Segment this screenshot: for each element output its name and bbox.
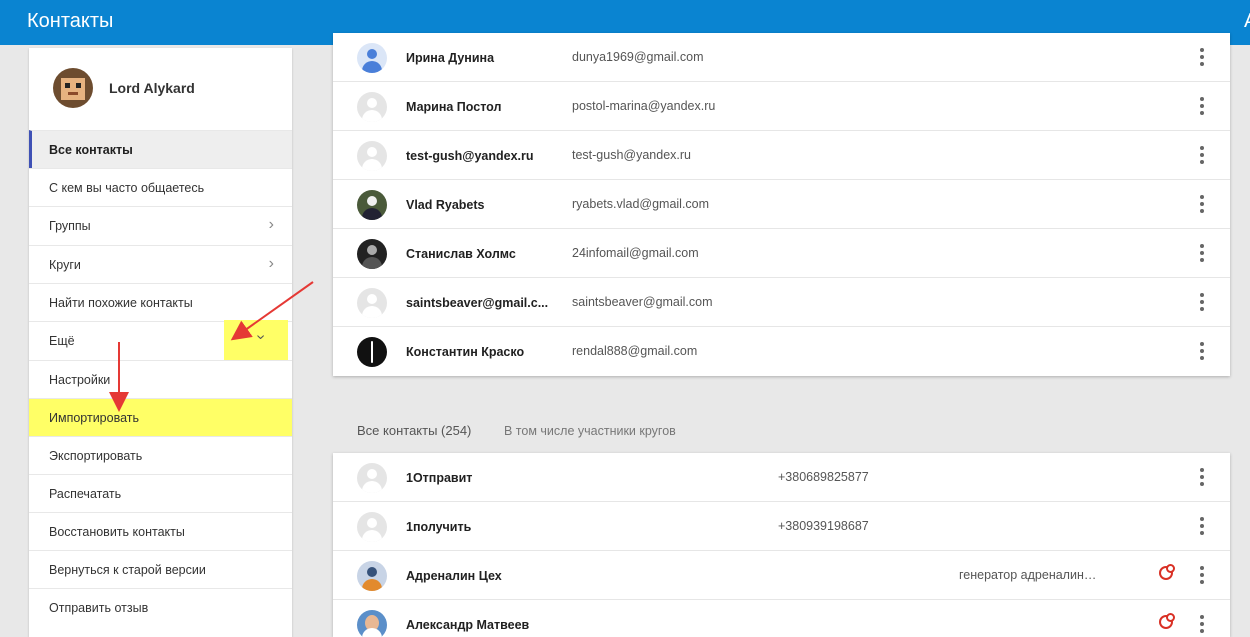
more-vert-icon[interactable] — [1195, 341, 1209, 361]
sidebar-item-old-version[interactable]: Вернуться к старой версии — [29, 550, 292, 588]
sidebar-item-label: Отправить отзыв — [49, 601, 149, 615]
list-item[interactable]: 1Отправит +380689825877 — [333, 453, 1230, 502]
sidebar-item-label: Распечатать — [49, 487, 122, 501]
sidebar-item-frequent[interactable]: С кем вы часто общаетесь — [29, 168, 292, 206]
sidebar-item-label: Экспортировать — [49, 449, 143, 463]
sidebar-item-groups[interactable]: Группы › — [29, 206, 292, 244]
sidebar-item-label: Все контакты — [49, 143, 133, 157]
header-edge-text: А — [1244, 10, 1250, 33]
list-item[interactable]: Александр Матвеев — [333, 600, 1230, 637]
more-vert-icon[interactable] — [1195, 467, 1209, 487]
chevron-right-icon[interactable]: › — [269, 216, 274, 234]
contact-email: dunya1969@gmail.com — [572, 50, 704, 64]
sidebar-item-print[interactable]: Распечатать — [29, 474, 292, 512]
contact-phone: +380689825877 — [778, 470, 869, 484]
all-contacts-header: Все контакты (254) — [357, 423, 472, 438]
sidebar-item-label: Импортировать — [49, 411, 140, 425]
avatar — [357, 92, 387, 122]
circles-icon[interactable] — [1159, 613, 1175, 629]
contact-email: test-gush@yandex.ru — [572, 148, 692, 162]
sidebar-item-label: Найти похожие контакты — [49, 296, 193, 310]
contact-name: 1получить — [406, 520, 472, 534]
contact-name: Александр Матвеев — [406, 618, 530, 632]
contact-group: генератор адреналин… — [959, 568, 1097, 582]
sidebar-item-export[interactable]: Экспортировать — [29, 436, 292, 474]
list-item[interactable]: 1получить +380939198687 — [333, 502, 1230, 551]
sidebar-item-restore[interactable]: Восстановить контакты — [29, 512, 292, 550]
avatar[interactable] — [53, 68, 93, 108]
contact-email: postol-marina@yandex.ru — [572, 99, 716, 113]
contact-name: test-gush@yandex.ru — [406, 149, 534, 163]
more-vert-icon[interactable] — [1195, 194, 1209, 214]
more-vert-icon[interactable] — [1195, 516, 1209, 536]
contact-email: 24infomail@gmail.com — [572, 246, 699, 260]
contact-email: saintsbeaver@gmail.com — [572, 295, 713, 309]
avatar — [357, 463, 387, 493]
contact-name: Адреналин Цех — [406, 569, 502, 583]
avatar — [357, 43, 387, 73]
sidebar-item-label: Настройки — [49, 373, 111, 387]
list-item[interactable]: test-gush@yandex.ru test-gush@yandex.ru — [333, 131, 1230, 180]
sidebar-item-settings[interactable]: Настройки — [29, 360, 292, 398]
more-vert-icon[interactable] — [1195, 96, 1209, 116]
chevron-right-icon[interactable]: › — [269, 255, 274, 273]
list-item[interactable]: Ирина Дунина dunya1969@gmail.com — [333, 33, 1230, 82]
more-vert-icon[interactable] — [1195, 145, 1209, 165]
contact-email: rendal888@gmail.com — [572, 344, 698, 358]
list-item[interactable]: saintsbeaver@gmail.c... saintsbeaver@gma… — [333, 278, 1230, 327]
list-item[interactable]: Vlad Ryabets ryabets.vlad@gmail.com — [333, 180, 1230, 229]
contact-name: 1Отправит — [406, 471, 473, 485]
sidebar-item-label: С кем вы часто общаетесь — [49, 181, 205, 195]
list-item[interactable]: Станислав Холмс 24infomail@gmail.com — [333, 229, 1230, 278]
avatar — [357, 288, 387, 318]
contact-name: Vlad Ryabets — [406, 198, 485, 212]
contact-name: Марина Постол — [406, 100, 502, 114]
sidebar-item-label: Ещё — [49, 334, 75, 348]
avatar — [357, 337, 387, 367]
more-vert-icon[interactable] — [1195, 614, 1209, 634]
avatar — [357, 141, 387, 171]
list-item[interactable]: Адреналин Цех генератор адреналин… — [333, 551, 1230, 600]
avatar — [357, 190, 387, 220]
avatar — [357, 610, 387, 637]
more-chevron-highlight[interactable]: › — [224, 320, 288, 360]
sidebar-item-import[interactable]: Импортировать — [29, 398, 292, 436]
all-contacts-subheader: В том числе участники кругов — [504, 424, 676, 438]
sidebar-item-label: Восстановить контакты — [49, 525, 185, 539]
sidebar-item-all-contacts[interactable]: Все контакты — [29, 130, 292, 168]
user-name: Lord Alykard — [109, 80, 195, 96]
sidebar-item-label: Группы — [49, 219, 91, 233]
more-vert-icon[interactable] — [1195, 565, 1209, 585]
circles-icon[interactable] — [1159, 564, 1175, 580]
more-vert-icon[interactable] — [1195, 47, 1209, 67]
sidebar-item-label: Круги — [49, 258, 81, 272]
app-title: Контакты — [27, 10, 114, 32]
list-item[interactable]: Марина Постол postol-marina@yandex.ru — [333, 82, 1230, 131]
sidebar-item-circles[interactable]: Круги › — [29, 245, 292, 283]
sidebar-item-label: Вернуться к старой версии — [49, 563, 206, 577]
sidebar-item-feedback[interactable]: Отправить отзыв — [29, 588, 292, 626]
avatar — [357, 512, 387, 542]
contact-name: Станислав Холмс — [406, 247, 516, 261]
avatar — [357, 239, 387, 269]
contact-name: Константин Краско — [406, 345, 525, 359]
contact-name: saintsbeaver@gmail.c... — [406, 296, 549, 310]
contact-name: Ирина Дунина — [406, 51, 495, 65]
more-vert-icon[interactable] — [1195, 243, 1209, 263]
avatar — [357, 561, 387, 591]
contact-phone: +380939198687 — [778, 519, 869, 533]
list-item[interactable]: Константин Краско rendal888@gmail.com — [333, 327, 1230, 376]
chevron-down-icon[interactable]: › — [252, 334, 270, 339]
contact-email: ryabets.vlad@gmail.com — [572, 197, 710, 211]
all-contacts-card: 1Отправит +380689825877 1получить +38093… — [333, 453, 1230, 637]
frequent-contacts-card: Ирина Дунина dunya1969@gmail.com Марина … — [333, 33, 1230, 376]
more-vert-icon[interactable] — [1195, 292, 1209, 312]
user-profile[interactable]: Lord Alykard — [29, 48, 292, 130]
sidebar-item-find-similar[interactable]: Найти похожие контакты — [29, 283, 292, 321]
